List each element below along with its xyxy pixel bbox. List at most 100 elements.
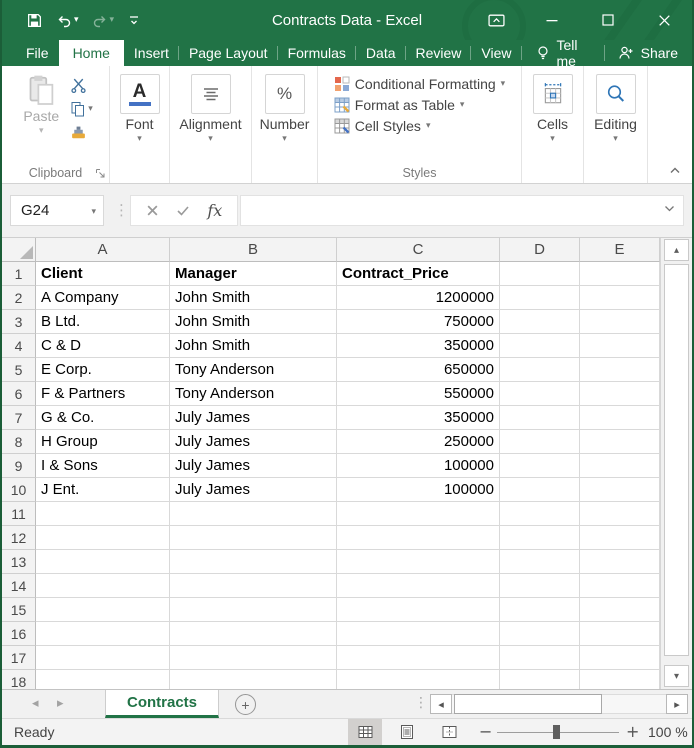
- cell-A13[interactable]: [36, 550, 170, 574]
- tab-insert[interactable]: Insert: [124, 40, 179, 66]
- formula-bar-drag-handle-icon[interactable]: ⋮: [114, 201, 129, 219]
- zoom-in-icon[interactable]: +: [626, 722, 639, 741]
- cell-A1[interactable]: Client: [36, 262, 170, 286]
- cell-C14[interactable]: [337, 574, 500, 598]
- cell-D18[interactable]: [500, 670, 580, 689]
- cell-D3[interactable]: [500, 310, 580, 334]
- horizontal-scrollbar-thumb[interactable]: [454, 694, 602, 714]
- share-button[interactable]: Share: [604, 40, 692, 66]
- cell-C16[interactable]: [337, 622, 500, 646]
- cell-E18[interactable]: [580, 670, 660, 689]
- row-header-13[interactable]: 13: [2, 550, 36, 574]
- cell-B16[interactable]: [170, 622, 337, 646]
- cell-E12[interactable]: [580, 526, 660, 550]
- tab-review[interactable]: Review: [406, 40, 472, 66]
- row-header-2[interactable]: 2: [2, 286, 36, 310]
- column-header-B[interactable]: B: [170, 238, 337, 262]
- row-header-12[interactable]: 12: [2, 526, 36, 550]
- cell-C11[interactable]: [337, 502, 500, 526]
- cell-E2[interactable]: [580, 286, 660, 310]
- cell-C5[interactable]: 650000: [337, 358, 500, 382]
- cut-button[interactable]: [70, 76, 93, 94]
- page-break-preview-button[interactable]: [432, 719, 466, 745]
- name-box-dropdown-icon[interactable]: ▾: [91, 208, 96, 216]
- cells-dropdown-icon[interactable]: ▾: [550, 135, 555, 143]
- close-button[interactable]: [636, 0, 692, 40]
- column-header-E[interactable]: E: [580, 238, 660, 262]
- redo-button[interactable]: ▾: [92, 12, 115, 28]
- cell-B7[interactable]: July James: [170, 406, 337, 430]
- cell-E5[interactable]: [580, 358, 660, 382]
- row-header-6[interactable]: 6: [2, 382, 36, 406]
- cell-B5[interactable]: Tony Anderson: [170, 358, 337, 382]
- formula-input[interactable]: [241, 196, 669, 225]
- formula-bar-expand-icon[interactable]: [664, 205, 675, 213]
- cell-B3[interactable]: John Smith: [170, 310, 337, 334]
- row-header-3[interactable]: 3: [2, 310, 36, 334]
- conditional-formatting-button[interactable]: Conditional Formatting▾: [334, 76, 505, 92]
- cell-A14[interactable]: [36, 574, 170, 598]
- name-box[interactable]: G24 ▾: [10, 195, 104, 226]
- row-header-16[interactable]: 16: [2, 622, 36, 646]
- row-header-10[interactable]: 10: [2, 478, 36, 502]
- ribbon-display-options-icon[interactable]: [468, 0, 524, 40]
- row-header-7[interactable]: 7: [2, 406, 36, 430]
- cell-C3[interactable]: 750000: [337, 310, 500, 334]
- cell-B15[interactable]: [170, 598, 337, 622]
- copy-dropdown-icon[interactable]: ▾: [88, 105, 93, 113]
- cell-B13[interactable]: [170, 550, 337, 574]
- cell-B17[interactable]: [170, 646, 337, 670]
- cell-B11[interactable]: [170, 502, 337, 526]
- cell-E3[interactable]: [580, 310, 660, 334]
- cell-A7[interactable]: G & Co.: [36, 406, 170, 430]
- row-header-17[interactable]: 17: [2, 646, 36, 670]
- tab-formulas[interactable]: Formulas: [278, 40, 356, 66]
- new-sheet-button[interactable]: +: [235, 694, 256, 715]
- scroll-right-icon[interactable]: ▸: [666, 694, 688, 714]
- undo-button[interactable]: ▾: [56, 12, 79, 28]
- cancel-icon[interactable]: [146, 204, 159, 217]
- font-dropdown-icon[interactable]: ▾: [137, 135, 142, 143]
- vertical-scrollbar[interactable]: ▴ ▾: [660, 238, 692, 689]
- tell-me-box[interactable]: Tell me: [526, 40, 604, 66]
- sheet-tab-contracts[interactable]: Contracts: [105, 690, 219, 718]
- cell-D11[interactable]: [500, 502, 580, 526]
- cell-C8[interactable]: 250000: [337, 430, 500, 454]
- cell-D8[interactable]: [500, 430, 580, 454]
- zoom-slider-handle[interactable]: [553, 725, 560, 739]
- cell-A9[interactable]: I & Sons: [36, 454, 170, 478]
- enter-check-icon[interactable]: [176, 204, 190, 217]
- select-all-corner[interactable]: [2, 238, 36, 262]
- cell-C7[interactable]: 350000: [337, 406, 500, 430]
- clipboard-dialog-launcher-icon[interactable]: [95, 168, 106, 179]
- cell-D16[interactable]: [500, 622, 580, 646]
- cell-C15[interactable]: [337, 598, 500, 622]
- cell-A3[interactable]: B Ltd.: [36, 310, 170, 334]
- cell-A17[interactable]: [36, 646, 170, 670]
- cell-D10[interactable]: [500, 478, 580, 502]
- scroll-up-icon[interactable]: ▴: [664, 239, 689, 261]
- column-header-A[interactable]: A: [36, 238, 170, 262]
- cell-C9[interactable]: 100000: [337, 454, 500, 478]
- cell-E17[interactable]: [580, 646, 660, 670]
- cell-E8[interactable]: [580, 430, 660, 454]
- column-header-D[interactable]: D: [500, 238, 580, 262]
- cell-B18[interactable]: [170, 670, 337, 689]
- cell-E13[interactable]: [580, 550, 660, 574]
- copy-button[interactable]: ▾: [70, 100, 93, 118]
- cell-D17[interactable]: [500, 646, 580, 670]
- cell-D9[interactable]: [500, 454, 580, 478]
- cell-E14[interactable]: [580, 574, 660, 598]
- tab-data[interactable]: Data: [356, 40, 406, 66]
- next-sheet-icon[interactable]: ▸: [57, 696, 64, 711]
- row-header-18[interactable]: 18: [2, 670, 36, 689]
- insert-function-icon[interactable]: fx: [207, 201, 222, 220]
- column-header-C[interactable]: C: [337, 238, 500, 262]
- paste-dropdown-icon[interactable]: ▾: [39, 127, 44, 135]
- cell-C17[interactable]: [337, 646, 500, 670]
- row-header-9[interactable]: 9: [2, 454, 36, 478]
- cell-A15[interactable]: [36, 598, 170, 622]
- row-header-15[interactable]: 15: [2, 598, 36, 622]
- format-as-table-button[interactable]: Format as Table▾: [334, 97, 505, 113]
- page-layout-view-button[interactable]: [390, 719, 424, 745]
